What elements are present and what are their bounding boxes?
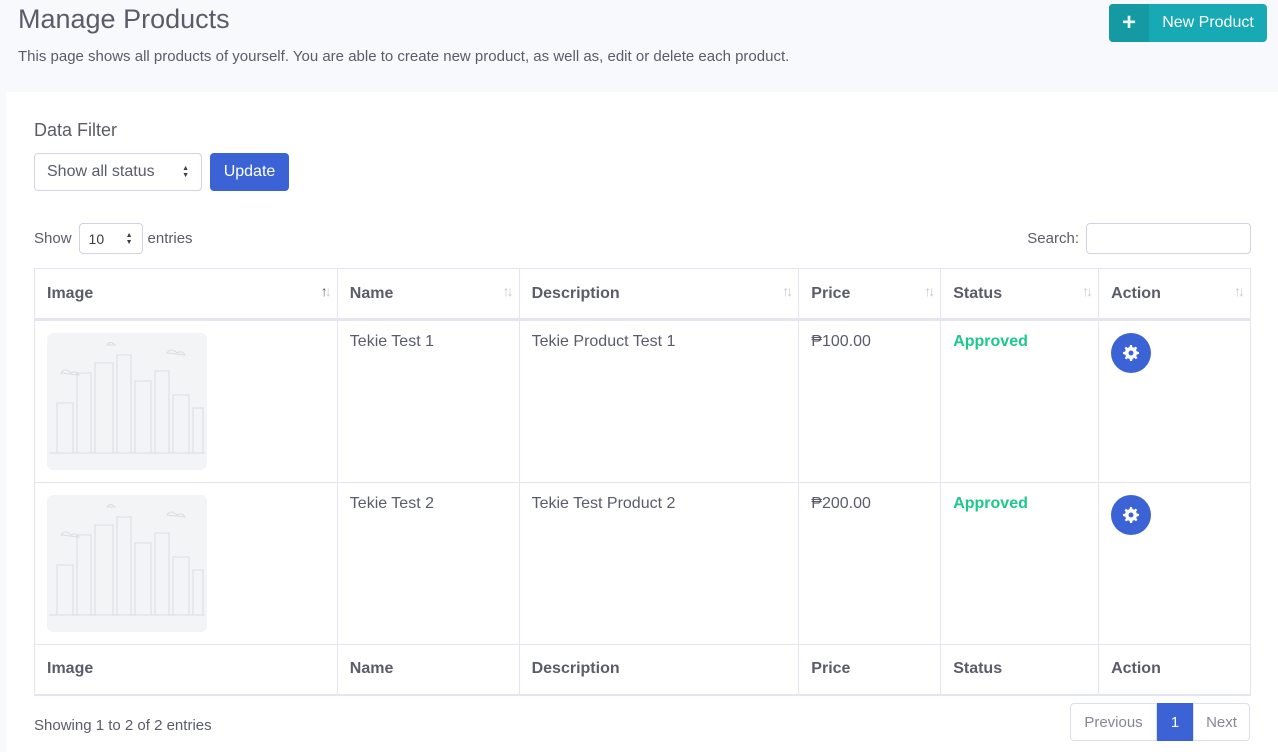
products-card: Data Filter Show all status ▲ ▼ Update Sh… (6, 92, 1278, 752)
entries-value: 10 (88, 230, 105, 247)
gear-icon (1123, 507, 1140, 523)
image-cell (34, 482, 338, 645)
status-filter-select[interactable]: Show all status ▲ ▼ (34, 153, 202, 191)
column-header-price[interactable]: Price ↑↓ (798, 268, 942, 321)
product-image (47, 333, 207, 470)
name-cell: Tekie Test 2 (336, 482, 520, 645)
page-1-button[interactable]: 1 (1157, 703, 1193, 741)
description-cell: Tekie Test Product 2 (518, 482, 800, 645)
new-product-label: New Product (1162, 14, 1254, 31)
column-header-name[interactable]: Name ↑↓ (336, 268, 520, 321)
pagination: Previous 1 Next (1070, 703, 1250, 741)
entries-select[interactable]: 10 ▲ ▼ (78, 223, 143, 254)
page-description: This page shows all products of yourself… (18, 48, 790, 65)
status-cell: Approved (940, 482, 1100, 645)
table-search: Search: (1027, 223, 1251, 254)
table-row: Tekie Test 2 Tekie Test Product 2 ₱200.0… (34, 482, 1251, 645)
sort-icon: ↑↓ (924, 283, 935, 299)
page-title: Manage Products (18, 4, 230, 34)
status-cell: Approved (940, 319, 1100, 483)
data-filter-title: Data Filter (34, 120, 118, 140)
sort-icon: ↑↓ (782, 283, 793, 299)
column-header-status[interactable]: Status ↑↓ (940, 268, 1100, 321)
action-cell (1098, 482, 1251, 645)
description-cell: Tekie Product Test 1 (518, 319, 800, 483)
table-row: Tekie Test 1 Tekie Product Test 1 ₱100.0… (34, 319, 1251, 483)
new-product-button[interactable]: + New Product (1109, 4, 1267, 42)
table-info: Showing 1 to 2 of 2 entries (34, 717, 212, 734)
column-header-description[interactable]: Description ↑↓ (518, 268, 800, 321)
status-badge: Approved (953, 333, 1028, 350)
sort-icon: ↑↓ (1082, 283, 1093, 299)
footer-header-status: Status (940, 644, 1100, 696)
product-image (47, 495, 207, 632)
table-header-row: Image ↑↓ Name ↑↓ Description ↑↓ Price ↑↓ Sta… (34, 268, 1251, 321)
show-label: Show (34, 230, 72, 247)
next-page-button[interactable]: Next (1193, 703, 1250, 741)
sort-icon: ↑↓ (502, 283, 514, 299)
action-cell (1098, 319, 1251, 483)
update-button[interactable]: Update (210, 153, 289, 191)
name-cell: Tekie Test 1 (336, 319, 520, 483)
footer-header-name: Name (336, 644, 520, 696)
search-input[interactable] (1086, 223, 1251, 254)
price-cell: ₱100.00 (798, 319, 942, 483)
settings-button[interactable] (1111, 333, 1152, 373)
previous-page-button[interactable]: Previous (1070, 703, 1157, 741)
table-footer-row: Image Name Description Price Status Acti… (34, 644, 1251, 696)
settings-button[interactable] (1111, 495, 1152, 535)
gear-icon (1123, 345, 1140, 361)
entries-length-control: Show 10 ▲ ▼ entries (34, 223, 193, 254)
sort-asc-icon: ↑↓ (320, 283, 332, 299)
image-cell (34, 319, 338, 483)
column-header-image[interactable]: Image ↑↓ (34, 268, 338, 321)
sort-icon: ↑↓ (1234, 283, 1245, 299)
column-header-action[interactable]: Action ↑↓ (1098, 268, 1251, 321)
select-arrows-icon: ▲ ▼ (125, 231, 133, 246)
products-table: Image ↑↓ Name ↑↓ Description ↑↓ Price ↑↓ Sta… (34, 268, 1251, 696)
price-cell: ₱200.00 (798, 482, 942, 645)
select-arrows-icon: ▲ ▼ (182, 165, 189, 179)
entries-label: entries (147, 230, 193, 247)
page-header: Manage Products This page shows all prod… (0, 0, 1278, 92)
footer-header-action: Action (1098, 644, 1251, 696)
search-label: Search: (1027, 230, 1079, 247)
status-badge: Approved (953, 495, 1028, 512)
footer-header-description: Description (518, 644, 800, 696)
status-filter-value: Show all status (47, 163, 155, 180)
plus-icon: + (1109, 4, 1149, 42)
footer-header-image: Image (34, 644, 338, 696)
footer-header-price: Price (798, 644, 942, 696)
